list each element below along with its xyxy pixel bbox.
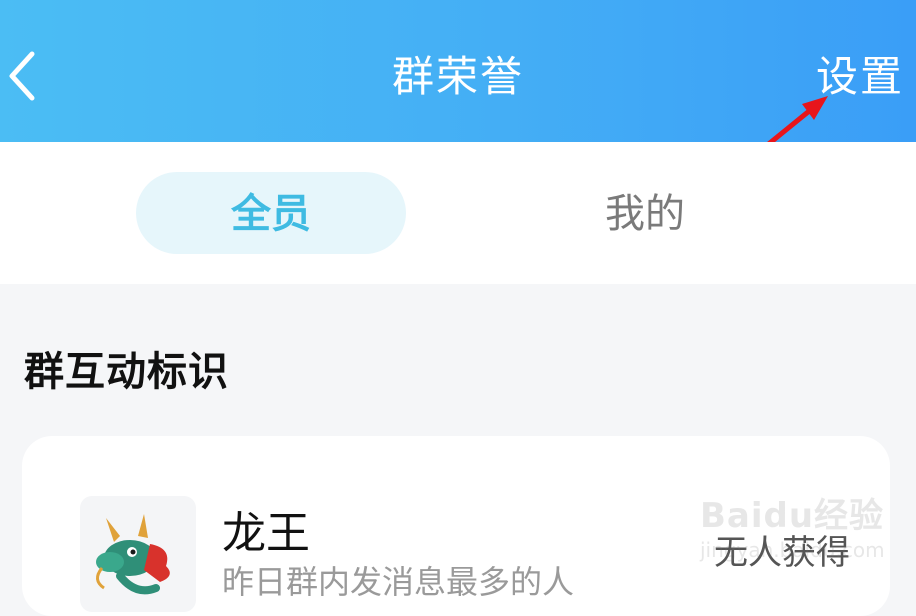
- navigation-header: 群荣誉 设置: [0, 0, 916, 142]
- honor-name: 龙王: [222, 508, 310, 559]
- dragon-icon: [80, 496, 196, 612]
- tab-mine[interactable]: 我的: [510, 188, 780, 240]
- honor-description: 昨日群内发消息最多的人: [222, 563, 575, 601]
- page-title: 群荣誉: [391, 52, 524, 101]
- tab-all-members[interactable]: 全员: [136, 188, 406, 240]
- tab-bar: 全员 我的: [0, 142, 916, 284]
- settings-button[interactable]: 设置: [816, 50, 904, 104]
- honor-status: 无人获得: [714, 533, 850, 573]
- section-title: 群互动标识: [24, 349, 229, 395]
